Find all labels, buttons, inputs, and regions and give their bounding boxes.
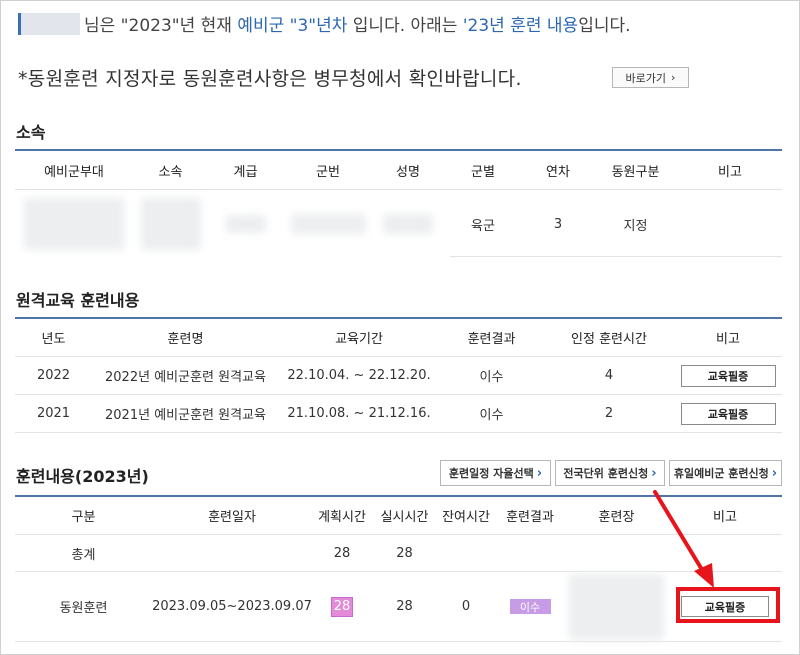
- annotation-arrow-icon: [653, 490, 714, 588]
